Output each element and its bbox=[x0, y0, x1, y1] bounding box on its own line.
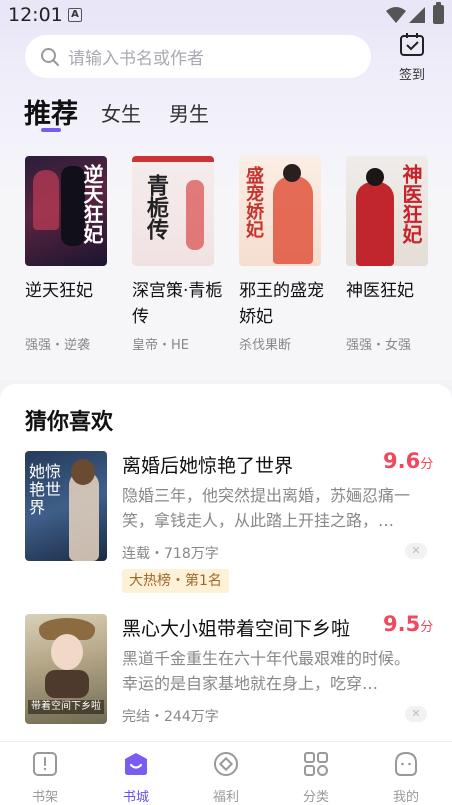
book-meta: 连载・718万字 bbox=[122, 546, 219, 562]
tab-female[interactable]: 女生 bbox=[101, 98, 141, 127]
nav-welfare[interactable]: 福利 bbox=[194, 750, 258, 805]
checkin-button[interactable]: 签到 bbox=[390, 32, 434, 83]
book-title: 逆天狂妃 bbox=[25, 281, 93, 301]
battery-icon bbox=[433, 2, 444, 24]
bookstore-icon bbox=[125, 753, 147, 775]
book-title: 黑心大小姐带着空间下乡啦 bbox=[122, 618, 351, 640]
cover-title: 她惊艳世界 bbox=[29, 462, 62, 517]
checkin-label: 签到 bbox=[398, 68, 425, 83]
bottom-navigation: 书架 书城 福利 分类 我的 bbox=[0, 741, 452, 805]
ranking-badge: 大热榜・第1名 bbox=[122, 569, 229, 593]
tab-male[interactable]: 男生 bbox=[169, 98, 209, 127]
book-tags: 强强・逆袭 bbox=[25, 338, 91, 353]
dismiss-button[interactable]: ✕ bbox=[405, 706, 427, 722]
book-tags: 强强・女强 bbox=[346, 338, 412, 353]
book-title: 邪王的盛宠娇妃 bbox=[239, 281, 324, 327]
status-time: 12:01 bbox=[8, 4, 63, 26]
cover-title: 盛宠娇妃 bbox=[243, 166, 264, 238]
book-cover: 神医狂妃 bbox=[346, 156, 428, 266]
category-icon bbox=[304, 752, 328, 776]
book-cover: 带着空间下乡啦 bbox=[25, 614, 107, 724]
book-card[interactable]: 逆天狂妃 逆天狂妃 bbox=[25, 156, 109, 304]
dismiss-button[interactable]: ✕ bbox=[405, 543, 427, 559]
book-title: 神医狂妃 bbox=[346, 281, 414, 301]
cover-title: 带着空间下乡啦 bbox=[28, 700, 104, 714]
nav-profile[interactable]: 我的 bbox=[374, 750, 438, 805]
book-tags: 皇帝・HE bbox=[132, 338, 189, 353]
book-card[interactable]: 青栀传 深宫策·青栀传 bbox=[132, 156, 222, 330]
status-bar: 12:01 A bbox=[0, 0, 452, 32]
book-title: 离婚后她惊艳了世界 bbox=[122, 455, 294, 477]
calendar-check-icon bbox=[400, 33, 424, 56]
nav-bookshelf[interactable]: 书架 bbox=[13, 750, 77, 805]
book-card[interactable]: 神医狂妃 神医狂妃 bbox=[346, 156, 430, 304]
bookshelf-icon bbox=[33, 752, 57, 776]
book-description: 隐婚三年，他突然提出离婚，苏婳忍痛一笑，拿钱走人，从此踏上开挂之路，… bbox=[122, 486, 411, 530]
book-card[interactable]: 盛宠娇妃 邪王的盛宠娇妃 bbox=[239, 156, 324, 330]
profile-icon bbox=[395, 751, 417, 776]
signal-icon bbox=[409, 7, 425, 23]
cover-title: 神医狂妃 bbox=[399, 164, 423, 244]
nav-category[interactable]: 分类 bbox=[284, 750, 348, 805]
book-cover: 逆天狂妃 bbox=[25, 156, 107, 266]
list-item[interactable]: 她惊艳世界 离婚后她惊艳了世界 9.6分 隐婚三年，他突然提出离婚，苏婳忍痛一笑… bbox=[0, 449, 452, 601]
tab-recommend[interactable]: 推荐 bbox=[24, 92, 78, 131]
book-cover: 青栀传 bbox=[132, 156, 214, 266]
wifi-icon bbox=[386, 7, 406, 23]
cover-title: 逆天狂妃 bbox=[80, 164, 104, 244]
search-input[interactable]: 请输入书名或作者 bbox=[25, 35, 371, 78]
search-icon bbox=[41, 47, 59, 66]
nav-bookstore[interactable]: 书城 bbox=[104, 750, 168, 805]
welfare-icon bbox=[214, 752, 238, 776]
book-cover: 盛宠娇妃 bbox=[239, 156, 321, 266]
tab-indicator bbox=[41, 128, 61, 132]
book-description: 黑道千金重生在六十年代最艰难的时候。幸运的是自家基地就在身上，吃穿… bbox=[122, 649, 411, 693]
book-tags: 杀伐果断 bbox=[239, 338, 292, 353]
search-placeholder: 请输入书名或作者 bbox=[68, 49, 204, 69]
book-meta: 完结・244万字 bbox=[122, 709, 219, 725]
book-cover: 她惊艳世界 bbox=[25, 451, 107, 561]
book-score: 9.6分 bbox=[383, 449, 434, 473]
notification-icon: A bbox=[68, 8, 82, 22]
section-title: 猜你喜欢 bbox=[25, 410, 114, 435]
book-score: 9.5分 bbox=[383, 612, 434, 636]
book-title: 深宫策·青栀传 bbox=[132, 281, 223, 327]
cover-title: 青栀传 bbox=[143, 174, 169, 240]
